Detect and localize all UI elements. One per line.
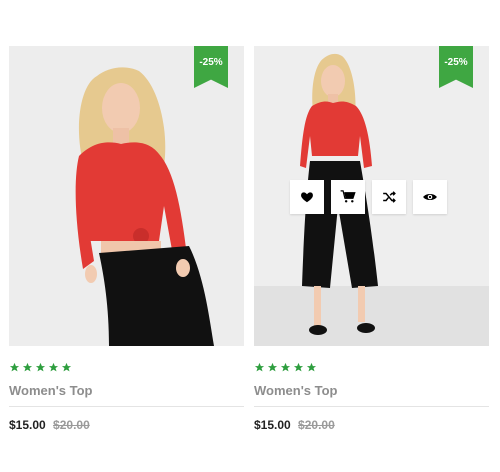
quick-actions [290, 180, 447, 214]
product-title[interactable]: Women's Top [254, 383, 489, 398]
current-price: $15.00 [9, 418, 46, 432]
wishlist-button[interactable] [290, 180, 324, 214]
star-icon [254, 362, 265, 372]
star-icon [61, 362, 72, 372]
product-photo [9, 46, 244, 346]
star-icon [9, 362, 20, 372]
heart-icon [301, 192, 313, 203]
old-price: $20.00 [53, 418, 90, 432]
product-title[interactable]: Women's Top [9, 383, 244, 398]
current-price: $15.00 [254, 418, 291, 432]
price-row: $15.00 $20.00 [9, 418, 244, 432]
old-price: $20.00 [298, 418, 335, 432]
add-to-cart-button[interactable] [331, 180, 365, 214]
rating-stars [254, 362, 489, 376]
star-icon [293, 362, 304, 372]
star-icon [280, 362, 291, 372]
star-icon [22, 362, 33, 372]
price-row: $15.00 $20.00 [254, 418, 489, 432]
divider [254, 406, 489, 407]
star-icon [267, 362, 278, 372]
product-card[interactable]: -25% Women's Top $15.00 $20.00 [9, 46, 244, 432]
product-image[interactable]: -25% [9, 46, 244, 346]
product-card[interactable]: -25% Women's Top $15.00 $20.00 [254, 46, 489, 432]
quick-view-button[interactable] [413, 180, 447, 214]
cart-icon [340, 190, 356, 203]
rating-stars [9, 362, 244, 376]
shuffle-icon [383, 191, 396, 203]
compare-button[interactable] [372, 180, 406, 214]
star-icon [48, 362, 59, 372]
product-image[interactable]: -25% [254, 46, 489, 346]
eye-icon [423, 194, 437, 200]
divider [9, 406, 244, 407]
star-icon [35, 362, 46, 372]
star-icon [306, 362, 317, 372]
